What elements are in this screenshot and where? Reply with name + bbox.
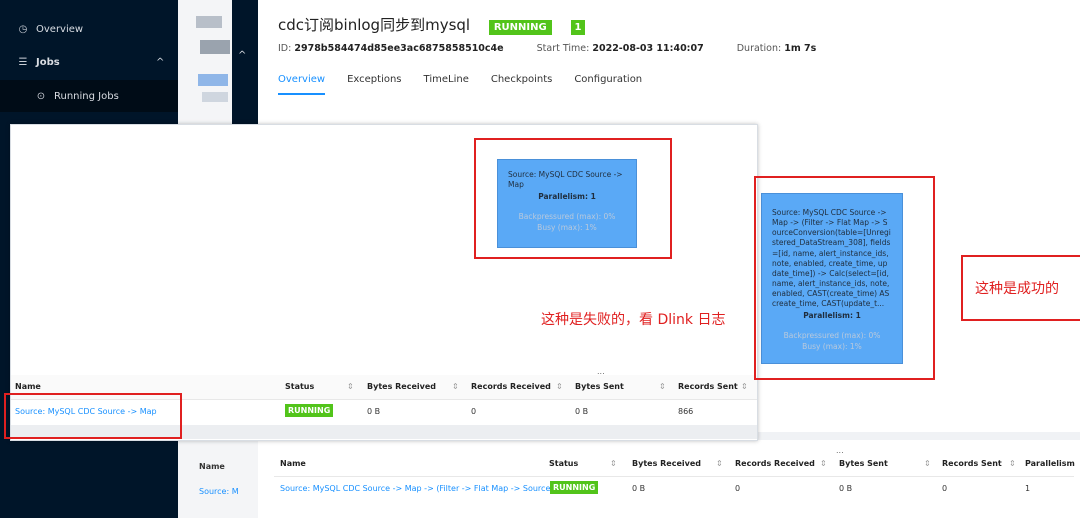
column-header[interactable]: Bytes Received [632, 459, 701, 468]
column-header[interactable]: Records Received [471, 382, 551, 391]
sort-icon[interactable]: ⇕ [820, 459, 827, 468]
sort-icon[interactable]: ⇕ [347, 382, 354, 391]
play-circle-icon: ⊙ [36, 90, 46, 102]
column-header[interactable]: Bytes Sent [575, 382, 624, 391]
sort-icon[interactable]: ⇕ [556, 382, 563, 391]
sidebar-item-label: Running Jobs [54, 90, 119, 102]
page-title: cdc订阅binlog同步到mysql [278, 16, 471, 34]
redacted-block [200, 40, 230, 54]
start-time: 2022-08-03 11:40:07 [592, 43, 704, 54]
column-header[interactable]: Status [549, 459, 578, 468]
status-badge: RUNNING [285, 404, 334, 417]
status-badge: RUNNING [488, 20, 552, 35]
column-header[interactable]: Name [280, 459, 306, 468]
table-cell-name[interactable]: Source: M [199, 487, 239, 496]
vertex-table: ... Name Status ⇕ Bytes Received ⇕ Recor… [258, 440, 1080, 518]
tab-timeline[interactable]: TimeLine [424, 74, 469, 95]
sort-icon[interactable]: ⇕ [659, 382, 666, 391]
table-cell: 0 B [575, 407, 589, 416]
table-header: Name Status ⇕ Bytes Received ⇕ Records R… [274, 452, 1075, 477]
job-tabs: Overview Exceptions TimeLine Checkpoints… [278, 74, 664, 95]
sidebar-item-overview[interactable]: ◷ Overview [0, 14, 194, 44]
status-badge: RUNNING [550, 481, 599, 494]
duration-value: 1m 7s [784, 43, 817, 54]
table-row[interactable]: Source: MySQL CDC Source -> Map -> (Filt… [274, 477, 1074, 501]
column-header: Name [199, 462, 225, 471]
job-meta: ID: 2978b584474d85ee3ac6875858510c4e Sta… [278, 43, 816, 54]
tab-configuration[interactable]: Configuration [574, 74, 642, 95]
redacted-block [202, 92, 228, 102]
annotation-box-success-node [754, 176, 935, 380]
column-header[interactable]: Records Received [735, 459, 815, 468]
chevron-up-icon: ^ [156, 56, 165, 68]
column-header[interactable]: Records Sent [678, 382, 738, 391]
annotation-success-text: 这种是成功的 [975, 281, 1059, 297]
redacted-block [196, 16, 222, 28]
redacted-block [198, 74, 228, 86]
table-cell: 0 B [632, 484, 646, 493]
annotation-box-failed-node [474, 138, 672, 259]
table-cell-name[interactable]: Source: MySQL CDC Source -> Map -> (Filt… [280, 484, 564, 493]
count-badge: 1 [570, 20, 586, 35]
sort-icon[interactable]: ⇕ [452, 382, 459, 391]
tab-overview[interactable]: Overview [278, 74, 326, 95]
start-label: Start Time: [536, 43, 590, 54]
left-bottom-table: Name Source: M [178, 440, 258, 518]
sidebar-item-label: Overview [36, 23, 84, 35]
column-header[interactable]: Parallelism [1025, 459, 1075, 468]
sort-icon[interactable]: ⇕ [610, 459, 617, 468]
tab-exceptions[interactable]: Exceptions [347, 74, 401, 95]
list-icon: ☰ [18, 56, 28, 68]
chevron-up-icon[interactable]: ^ [238, 50, 246, 61]
column-header[interactable]: Bytes Received [367, 382, 436, 391]
annotation-failed-text: 这种是失败的，看 Dlink 日志 [541, 312, 726, 328]
sort-icon[interactable]: ⇕ [1009, 459, 1016, 468]
table-cell: 866 [678, 407, 694, 416]
sort-icon[interactable]: ⇕ [716, 459, 723, 468]
jobs-submenu: ⊙ Running Jobs [0, 80, 178, 112]
annotation-box-failed-row [4, 393, 182, 439]
sort-icon[interactable]: ⇕ [924, 459, 931, 468]
sort-icon[interactable]: ⇕ [741, 382, 748, 391]
table-cell: 0 [942, 484, 948, 493]
table-cell: 0 [471, 407, 477, 416]
job-header: cdc订阅binlog同步到mysql RUNNING 1 ID: 2978b5… [258, 0, 1080, 96]
id-label: ID: [278, 43, 292, 54]
dashboard-icon: ◷ [18, 23, 28, 35]
table-cell: 1 [1025, 484, 1031, 493]
column-header[interactable]: Status [285, 382, 314, 391]
duration-label: Duration: [736, 43, 782, 54]
column-header[interactable]: Records Sent [942, 459, 1002, 468]
table-cell: 0 B [839, 484, 853, 493]
column-header[interactable]: Name [15, 382, 41, 391]
tab-checkpoints[interactable]: Checkpoints [491, 74, 552, 95]
column-header[interactable]: Bytes Sent [839, 459, 888, 468]
job-title-row: cdc订阅binlog同步到mysql RUNNING 1 [278, 14, 586, 35]
sidebar-item-label: Jobs [36, 56, 60, 68]
table-cell: 0 B [367, 407, 381, 416]
sidebar-item-jobs[interactable]: ☰ Jobs ^ [0, 47, 194, 77]
job-id: 2978b584474d85ee3ac6875858510c4e [294, 43, 504, 54]
table-cell: 0 [735, 484, 741, 493]
